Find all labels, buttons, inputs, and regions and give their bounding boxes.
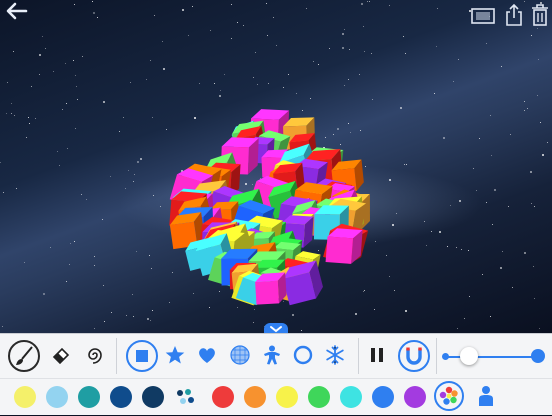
color-swatch[interactable] <box>308 386 330 408</box>
swirl-icon <box>84 344 106 366</box>
shape-square[interactable] <box>126 340 158 372</box>
screen-frame-icon <box>470 6 496 26</box>
multi-dot-icon <box>174 386 196 408</box>
color-swatch[interactable] <box>276 386 298 408</box>
divider <box>358 338 359 374</box>
magnet-icon <box>404 346 424 366</box>
pause-icon <box>368 346 386 364</box>
swirl-tool[interactable] <box>80 340 110 370</box>
slider-knob[interactable] <box>460 347 478 365</box>
color-palette <box>0 378 552 416</box>
color-wheel-button[interactable] <box>434 381 464 411</box>
share-button[interactable] <box>504 3 524 27</box>
color-swatch[interactable] <box>110 386 132 408</box>
trash-icon <box>530 3 550 27</box>
pause-button[interactable] <box>362 340 392 370</box>
brush-tool[interactable] <box>8 340 40 372</box>
delete-button[interactable] <box>530 3 550 27</box>
tool-row <box>0 334 552 378</box>
shape-heart[interactable] <box>192 340 222 370</box>
brush-icon <box>13 345 35 367</box>
color-swatch[interactable] <box>340 386 362 408</box>
size-slider[interactable] <box>440 334 552 378</box>
shape-person[interactable] <box>257 340 287 370</box>
color-swatch[interactable] <box>212 386 234 408</box>
color-swatch[interactable] <box>78 386 100 408</box>
back-button[interactable] <box>4 0 30 22</box>
square-icon <box>133 347 151 365</box>
sphere-grid-icon <box>229 344 251 366</box>
slider-max-dot <box>531 349 545 363</box>
gingerbread-man-icon <box>261 344 283 366</box>
color-swatch[interactable] <box>244 386 266 408</box>
avatar-button[interactable] <box>474 381 498 411</box>
color-swatch[interactable] <box>46 386 68 408</box>
color-wheel-icon <box>438 385 460 407</box>
shape-sphere[interactable] <box>225 340 255 370</box>
shape-star[interactable] <box>160 340 190 370</box>
arrow-left-icon <box>4 0 30 22</box>
snowflake-icon <box>324 344 346 366</box>
color-swatch[interactable] <box>404 386 426 408</box>
share-icon <box>504 3 524 27</box>
shape-snowflake[interactable] <box>320 340 350 370</box>
color-swatch[interactable] <box>372 386 394 408</box>
person-icon <box>476 385 496 407</box>
cube <box>255 272 287 304</box>
star-icon <box>164 344 186 366</box>
swatch-mixed[interactable] <box>174 386 196 408</box>
bottom-toolbar <box>0 333 552 415</box>
screen-frame-button[interactable] <box>470 6 496 26</box>
canvas-stage[interactable] <box>0 0 552 333</box>
color-swatch[interactable] <box>14 386 36 408</box>
magnet-button[interactable] <box>398 340 430 372</box>
color-swatch[interactable] <box>142 386 164 408</box>
chevron-down-icon <box>269 325 283 333</box>
cube-cluster[interactable] <box>0 0 552 333</box>
ring-icon <box>292 344 314 366</box>
divider <box>436 338 437 374</box>
shape-ring[interactable] <box>288 340 318 370</box>
eraser-icon <box>50 344 72 366</box>
divider <box>116 338 117 374</box>
heart-icon <box>196 344 218 366</box>
eraser-tool[interactable] <box>46 340 76 370</box>
